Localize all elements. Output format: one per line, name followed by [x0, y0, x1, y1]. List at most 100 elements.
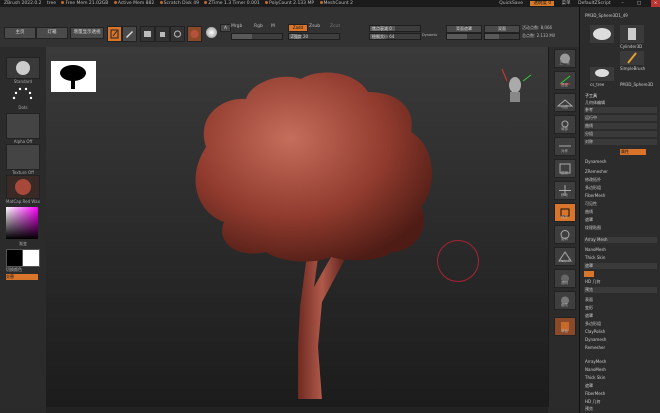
rgb-button[interactable]: Rgb [254, 24, 263, 29]
rp-bar-1[interactable]: 参考 [584, 107, 657, 113]
quicksave-button[interactable]: QuickSave [499, 1, 523, 6]
rp-item-13[interactable]: 曲线 [585, 209, 593, 215]
rp-item-10[interactable]: 多边形组 [585, 185, 601, 191]
rp-item-8[interactable]: ZRemesher [585, 169, 608, 174]
brush-thumbnail[interactable] [6, 57, 40, 79]
left-panel: Standard Dots Alpha Off Texture Off MatC… [0, 47, 47, 407]
rp-item-17[interactable]: NanoMesh [585, 247, 606, 252]
mrgb-button[interactable]: Mrgb [231, 24, 242, 29]
rp-bar-20[interactable] [584, 271, 594, 277]
edit-button[interactable] [107, 26, 122, 42]
shelf-label-7: 缩放 [561, 215, 568, 219]
rp-item-25[interactable]: 遮罩 [585, 313, 593, 319]
move-button[interactable] [140, 26, 155, 42]
backface-mask-button[interactable]: 背面遮罩 [446, 25, 482, 33]
tool-thumb-0[interactable] [590, 25, 614, 43]
z-intensity-slider[interactable]: Z强度 20 [288, 33, 340, 40]
brush-cursor-circle [437, 240, 479, 282]
rp-item-21[interactable]: HD 几何 [585, 279, 600, 285]
minimize-button[interactable]: – [618, 0, 627, 7]
rp-bar-5[interactable]: 对称 [584, 139, 657, 145]
zsub-button[interactable]: Zsub [309, 24, 320, 29]
rp-item-23[interactable]: 表面 [585, 297, 593, 303]
rgb-intensity-slider[interactable] [231, 33, 283, 40]
tool-thumb-3[interactable] [590, 67, 614, 81]
material-button[interactable] [187, 26, 202, 42]
draw-size-slider[interactable]: 绘制大小 64 [369, 33, 421, 40]
shelf-label-6: 移动 [561, 193, 568, 197]
rp-bottom-3[interactable]: 遮罩 [585, 383, 593, 389]
material-thumbnail[interactable] [6, 175, 40, 199]
alpha-thumbnail[interactable] [6, 113, 40, 139]
rp-bar-4[interactable]: 分组 [584, 131, 657, 137]
rp-bar-2[interactable]: 运行中 [584, 115, 657, 121]
subtool-header: 子工具 [585, 93, 597, 98]
color-sphere-icon[interactable] [206, 27, 217, 38]
rp-bottom-1[interactable]: NanoMesh [585, 367, 606, 372]
rp-item-0[interactable]: 几何体编辑 [585, 100, 605, 106]
perspective-button[interactable]: 增量显示透视 [70, 27, 104, 39]
lightbox-button[interactable]: 灯箱 [36, 27, 68, 39]
rp-bottom-2[interactable]: Thick Skin [585, 375, 605, 380]
tool-thumb-1[interactable] [620, 25, 644, 43]
focal-shift-slider[interactable]: 焦点衰减 0 [369, 25, 421, 32]
rp-item-18[interactable]: Thick Skin [585, 255, 605, 260]
switch-color-button[interactable]: 切换颜色 [6, 267, 38, 272]
rp-bar-3[interactable]: 曲线 [584, 123, 657, 129]
rp-item-26[interactable]: 多边形组 [585, 321, 601, 327]
scale-button[interactable] [155, 26, 170, 42]
maximize-button[interactable]: □ [635, 0, 644, 7]
rp-bar-19[interactable]: 遮罩 [584, 263, 657, 269]
dynamic-toggle[interactable]: Dynamic [422, 33, 437, 37]
tree-model[interactable] [46, 47, 548, 407]
rp-bottom-6[interactable]: 预览 [585, 406, 593, 412]
document-name: tree [46, 1, 57, 6]
rp-bottom-5[interactable]: HD 几何 [585, 399, 600, 405]
rp-item-11[interactable]: FiberMesh [585, 193, 605, 198]
rp-item-7[interactable]: Dynamesh [585, 159, 606, 164]
polycount: PolyCount 2.133 MP [265, 1, 314, 6]
sphere-mesh-icon [593, 28, 611, 40]
rp-bar-6[interactable]: 属性 [620, 149, 646, 155]
rp-item-14[interactable]: 遮罩 [585, 217, 593, 223]
rp-item-27[interactable]: ClayPolish [585, 329, 605, 334]
title-bar: ZBrush 2022.0.2 tree Free Mem 21.02GB Ac… [0, 0, 660, 7]
zadd-button[interactable]: Zadd [288, 24, 308, 32]
home-button[interactable]: 主页 [4, 27, 36, 39]
transparency-badge[interactable]: 透明度 0 [530, 1, 555, 6]
shelf-button-9[interactable] [554, 247, 576, 266]
draw-button[interactable] [122, 26, 137, 42]
rp-item-29[interactable]: Remesher [585, 345, 605, 350]
shelf-label-2: 地面 [561, 105, 568, 109]
rp-bar-22[interactable]: 预览 [584, 287, 657, 293]
rp-item-24[interactable]: 变形 [585, 305, 593, 311]
viewport-canvas[interactable] [46, 47, 548, 407]
tool-label-1: Cylinder3D [620, 44, 643, 49]
rp-bar-16[interactable]: Array Mesh [584, 237, 657, 243]
undo-slider[interactable] [484, 33, 520, 40]
color-picker[interactable] [6, 207, 38, 239]
rotate-button[interactable] [170, 26, 185, 42]
texture-thumbnail[interactable] [6, 144, 40, 170]
active-points: 活动点数: 8,066 [522, 25, 553, 30]
edit-icon [110, 29, 119, 39]
m-button[interactable]: M [271, 24, 275, 29]
rp-item-12[interactable]: 可见性 [585, 201, 597, 207]
redo-slider[interactable] [446, 33, 482, 40]
rp-item-9[interactable]: 修改拓扑 [585, 177, 601, 183]
zcut-button[interactable]: Zcut [330, 24, 340, 29]
menu-button[interactable]: 菜单 [562, 1, 571, 6]
shelf-label-11: 幽灵 [561, 303, 568, 307]
close-button[interactable]: × [651, 0, 660, 7]
a-button[interactable]: A [220, 24, 231, 32]
rp-item-15[interactable]: 纹理贴图 [585, 225, 601, 231]
alternate-button[interactable]: 交替 [6, 274, 38, 280]
double-sided-button[interactable]: 双面 [484, 25, 520, 33]
script-label[interactable]: DefaultZScript [578, 1, 611, 6]
rp-bottom-0[interactable]: ArrayMesh [585, 359, 606, 364]
rp-item-28[interactable]: Dynamesh [585, 337, 606, 342]
secondary-color-swatch[interactable] [22, 249, 40, 267]
stroke-thumbnail[interactable] [6, 84, 38, 104]
rp-bottom-4[interactable]: FiberMesh [585, 391, 605, 396]
tool-thumb-2[interactable] [620, 51, 644, 65]
